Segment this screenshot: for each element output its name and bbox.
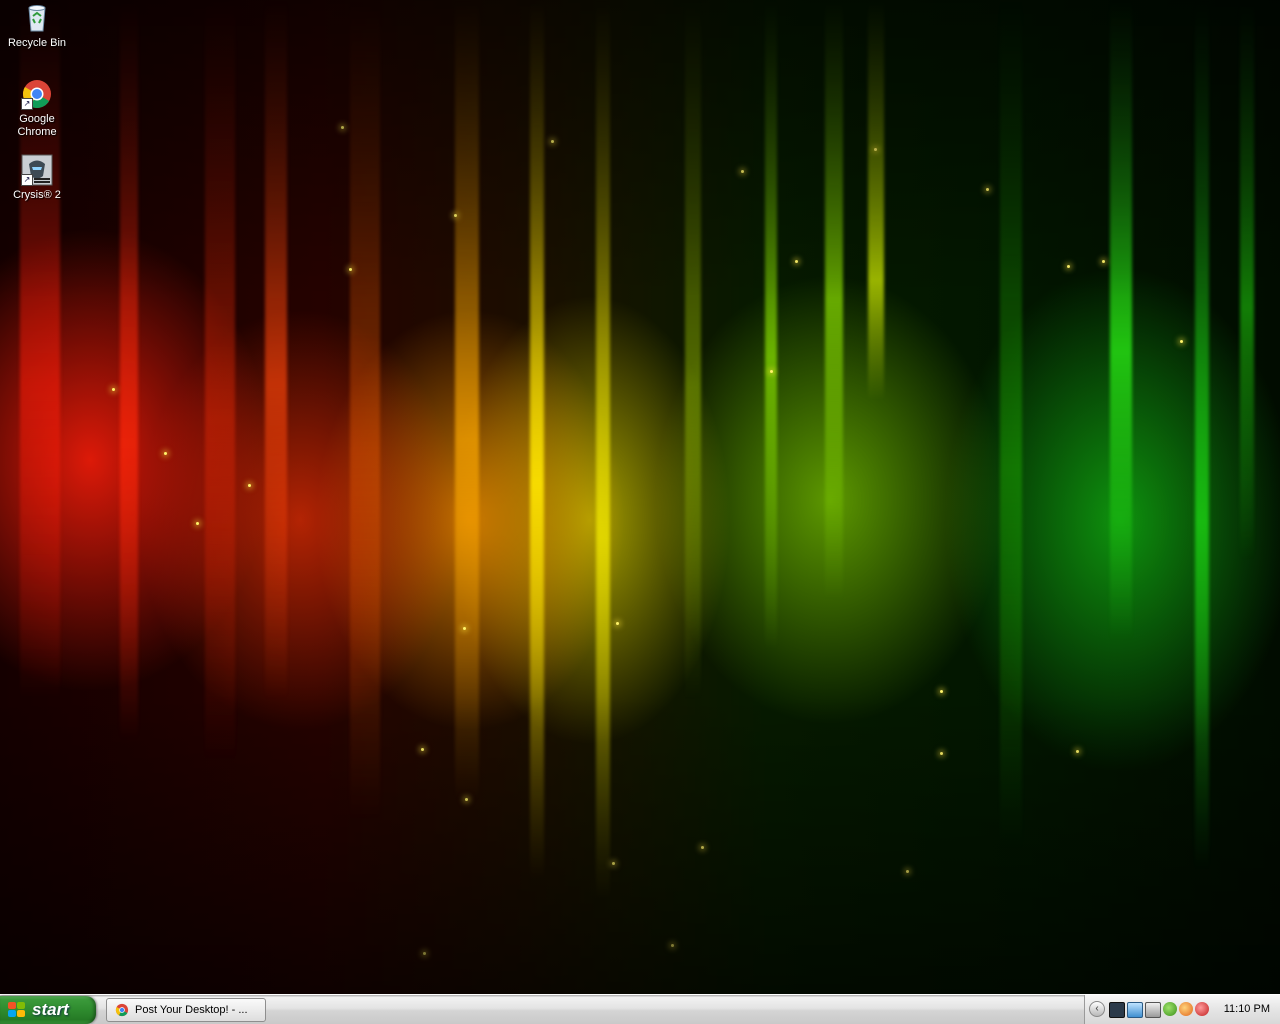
start-button[interactable]: start <box>0 996 96 1024</box>
clock[interactable]: 11:10 PM <box>1224 995 1270 1024</box>
windows-logo-icon <box>8 1002 26 1018</box>
taskbar-button-chrome-window[interactable]: Post Your Desktop! - ... <box>106 998 266 1022</box>
desktop-icon-label: Recycle Bin <box>7 37 67 49</box>
system-tray: ‹ 11:10 PM <box>1084 995 1280 1024</box>
update-icon[interactable] <box>1195 1002 1209 1016</box>
taskbar-button-label: Post Your Desktop! - ... <box>135 1004 248 1016</box>
shortcut-arrow-icon: ↗ <box>21 98 33 110</box>
volume-icon[interactable] <box>1145 1002 1161 1018</box>
messenger-icon[interactable] <box>1163 1002 1177 1016</box>
taskbar: start Post Your Desktop! - ... ‹ 11:10 P… <box>0 994 1280 1024</box>
steam-icon[interactable] <box>1109 1002 1125 1018</box>
desktop-icon-label: Google Chrome <box>17 113 57 138</box>
start-label: start <box>32 1000 69 1019</box>
crysis-icon: ↗ <box>21 154 53 186</box>
recycle-bin-icon <box>21 2 53 34</box>
shortcut-arrow-icon: ↗ <box>21 174 33 186</box>
chrome-icon: ↗ <box>21 78 53 110</box>
desktop-icon-google-chrome[interactable]: ↗ Google Chrome <box>0 78 74 139</box>
chrome-icon <box>115 1003 129 1017</box>
wallpaper-vignette <box>0 0 1280 994</box>
desktop-icon-label: Crysis® 2 <box>13 189 61 201</box>
desktop-wallpaper <box>0 0 1280 994</box>
antivirus-icon[interactable] <box>1179 1002 1193 1016</box>
desktop-icon-recycle-bin[interactable]: Recycle Bin <box>0 2 74 50</box>
desktop-icon-crysis-2[interactable]: ↗ Crysis® 2 <box>0 154 74 202</box>
show-hidden-icons-chevron[interactable]: ‹ <box>1089 1001 1105 1017</box>
network-icon[interactable] <box>1127 1002 1143 1018</box>
